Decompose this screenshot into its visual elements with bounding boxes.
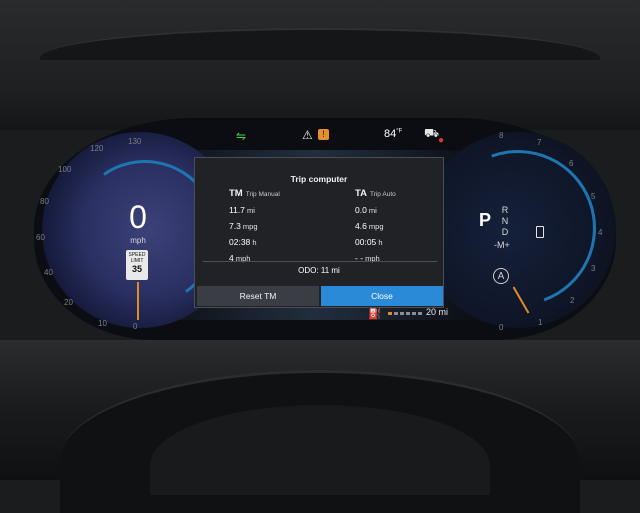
status-icon-bar: ⇋ ⚠ ! ⛟ ● <box>230 126 450 146</box>
trip-auto-time: 00:05 h <box>355 234 465 250</box>
outside-temperature: 84°F <box>384 128 402 140</box>
tach-tick: 3 <box>591 264 596 273</box>
unit: h <box>252 238 257 247</box>
fuel-pump-icon: ⛽ <box>368 308 382 320</box>
trip-manual-code: TM <box>229 188 243 199</box>
speed-tick: 120 <box>90 144 104 153</box>
odometer: ODO: 11 mi <box>298 266 340 275</box>
trip-auto-code: TA <box>355 188 367 199</box>
speed-tick: 100 <box>58 165 72 174</box>
speed-tick: 80 <box>40 197 49 206</box>
tach-tick: 7 <box>537 138 542 147</box>
trip-auto-header: TA Trip Auto <box>355 188 465 202</box>
dialog-divider <box>203 261 437 262</box>
lane-assist-icon: ⇋ <box>236 129 247 143</box>
speed-tick: 130 <box>128 137 142 146</box>
unit: mi <box>247 206 255 215</box>
info-icon: ! <box>318 129 329 140</box>
dashboard-top <box>0 0 640 130</box>
tach-tick: 5 <box>591 192 596 201</box>
tach-tick: 0 <box>499 323 504 332</box>
tach-tick: 1 <box>538 318 543 327</box>
trip-manual-avg-speed: 4 mph <box>229 250 339 266</box>
trip-manual-column: TM Trip Manual 11.7 mi 7.3 mpg 02:38 h 4 … <box>229 188 339 266</box>
trip-auto-avg-speed: - - mph <box>355 250 465 266</box>
speed-limit-label: SPEED LIMIT <box>128 252 146 264</box>
unit: mpg <box>242 222 258 231</box>
value: 0.0 <box>355 205 367 215</box>
value: 00:05 <box>355 237 377 247</box>
door-open-icon: ⛟ <box>424 126 440 140</box>
speed-tick: 10 <box>98 319 107 328</box>
speed-tick: 20 <box>64 298 73 307</box>
tach-tick: 2 <box>570 296 575 305</box>
speed-needle <box>137 282 139 320</box>
fuel-level-bar <box>388 312 424 315</box>
value: 7.3 <box>229 221 241 231</box>
speed-tick: 40 <box>44 268 53 277</box>
speed-limit-sign: SPEED LIMIT 35 <box>126 250 148 280</box>
trip-manual-distance: 11.7 mi <box>229 202 339 218</box>
gear-selected: P <box>479 210 492 230</box>
temperature-unit: °F <box>396 128 403 135</box>
trip-manual-consumption: 7.3 mpg <box>229 218 339 234</box>
unit: h <box>378 238 383 247</box>
value: 4.6 <box>355 221 367 231</box>
warning-triangle-icon: ⚠ <box>302 128 313 142</box>
unit: mpg <box>368 222 384 231</box>
unit: mi <box>368 206 377 215</box>
trip-manual-name: Trip Manual <box>245 191 280 198</box>
battery-icon <box>536 226 544 238</box>
fuel-level-fill <box>388 312 392 315</box>
trip-manual-time: 02:38 h <box>229 234 339 250</box>
gear-d: D <box>501 227 509 237</box>
trip-auto-name: Trip Auto <box>369 191 396 198</box>
trip-auto-consumption: 4.6 mpg <box>355 218 465 234</box>
trip-auto-column: TA Trip Auto 0.0 mi 4.6 mpg 00:05 h - - m… <box>355 188 465 266</box>
speed-limit-value: 35 <box>131 264 142 274</box>
speed-readout: 0 <box>129 199 147 235</box>
speed-unit: mph <box>130 236 146 245</box>
pilot-assist-icon: A <box>493 268 509 284</box>
gear-r: R <box>501 205 509 215</box>
speed-tick: 60 <box>36 233 45 242</box>
tach-tick: 4 <box>598 228 603 237</box>
trip-auto-distance: 0.0 mi <box>355 202 465 218</box>
trip-manual-header: TM Trip Manual <box>229 188 339 202</box>
tach-tick: 6 <box>569 159 574 168</box>
close-button[interactable]: Close <box>321 286 443 306</box>
temperature-value: 84 <box>384 128 397 140</box>
value: 02:38 <box>229 237 251 247</box>
gear-manual: -M+ <box>494 240 510 250</box>
dialog-title: Trip computer <box>290 174 348 184</box>
tach-tick: 8 <box>499 131 504 140</box>
trip-computer-dialog: Trip computer TM Trip Manual 11.7 mi 7.3 … <box>194 157 444 308</box>
reset-tm-button[interactable]: Reset TM <box>197 286 319 306</box>
speed-tick: 0 <box>133 322 138 331</box>
gear-n: N <box>501 216 509 226</box>
seatbelt-icon: ● <box>438 135 445 146</box>
value: 11.7 <box>229 205 245 215</box>
gear-list: R N D <box>498 205 512 238</box>
fuel-range: 20 mi <box>426 307 449 317</box>
